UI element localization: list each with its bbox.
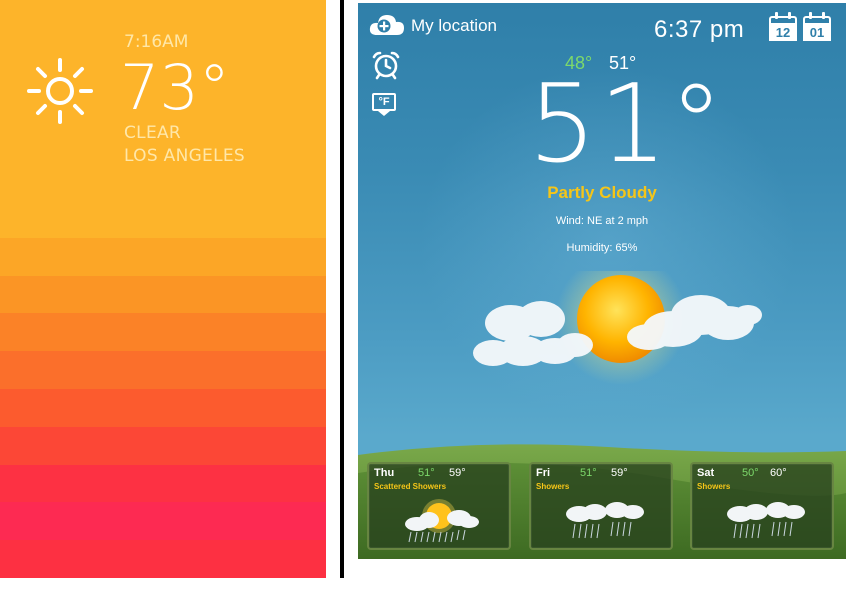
color-stripe bbox=[0, 502, 326, 540]
sun-cloud-icon bbox=[473, 271, 763, 391]
calendar-month-value: 12 bbox=[769, 23, 797, 41]
color-stripe bbox=[0, 389, 326, 427]
weather-condition: CLEAR bbox=[124, 123, 181, 143]
sun-icon bbox=[24, 55, 96, 127]
color-stripe bbox=[0, 313, 326, 351]
forecast-card-sat[interactable]: Sat 50° 60° Showers bbox=[690, 462, 834, 550]
calendar-month-icon: 12 bbox=[769, 12, 797, 42]
rain-cloud-icon bbox=[720, 498, 810, 546]
forecast-low: 59° bbox=[611, 467, 628, 479]
forecast-high: 51° bbox=[418, 467, 435, 479]
forecast-high: 51° bbox=[580, 467, 597, 479]
panel-divider bbox=[340, 0, 344, 578]
color-stripe bbox=[0, 238, 326, 276]
my-location-label[interactable]: My location bbox=[411, 16, 497, 36]
forecast-day: Fri bbox=[536, 467, 550, 479]
forecast-condition: Scattered Showers bbox=[374, 482, 446, 491]
forecast-card-thu[interactable]: Thu 51° 59° Scattered Showers bbox=[367, 462, 511, 550]
clock-time: 6:37 pm bbox=[654, 16, 744, 44]
sun-rain-icon bbox=[397, 498, 487, 546]
current-temperature-large: 51° bbox=[528, 65, 725, 185]
wind-info: Wind: NE at 2 mph bbox=[358, 215, 846, 227]
color-stripe bbox=[0, 540, 326, 578]
forecast-day: Thu bbox=[374, 467, 394, 479]
forecast-low: 60° bbox=[770, 467, 787, 479]
forecast-condition: Showers bbox=[536, 482, 569, 491]
color-stripe bbox=[0, 276, 326, 314]
alarm-clock-icon[interactable] bbox=[370, 50, 402, 80]
unit-label: °F bbox=[372, 93, 396, 111]
forecast-day: Sat bbox=[697, 467, 714, 479]
calendar-day-value: 01 bbox=[803, 23, 831, 41]
forecast-condition: Showers bbox=[697, 482, 730, 491]
color-stripe bbox=[0, 465, 326, 503]
forecast-low: 59° bbox=[449, 467, 466, 479]
fahrenheit-unit-icon[interactable]: °F bbox=[370, 91, 398, 119]
forecast-card-fri[interactable]: Fri 51° 59° Showers bbox=[529, 462, 673, 550]
cloud-plus-icon[interactable] bbox=[368, 11, 406, 37]
current-time: 7:16AM bbox=[124, 32, 188, 52]
calendar-day-icon: 01 bbox=[803, 12, 831, 42]
rain-cloud-icon bbox=[559, 498, 649, 546]
condition-label: Partly Cloudy bbox=[358, 183, 846, 203]
current-temperature: 73° bbox=[120, 52, 230, 124]
color-stripe bbox=[0, 427, 326, 465]
right-weather-panel: My location 6:37 pm 12 01 °F 48° 51° 51°… bbox=[358, 3, 846, 559]
left-weather-panel: 7:16AM 73° CLEAR LOS ANGELES bbox=[0, 0, 326, 578]
city-name[interactable]: LOS ANGELES bbox=[124, 146, 245, 166]
color-stripe bbox=[0, 351, 326, 389]
color-stripe bbox=[0, 200, 326, 238]
humidity-info: Humidity: 65% bbox=[358, 242, 846, 254]
forecast-high: 50° bbox=[742, 467, 759, 479]
